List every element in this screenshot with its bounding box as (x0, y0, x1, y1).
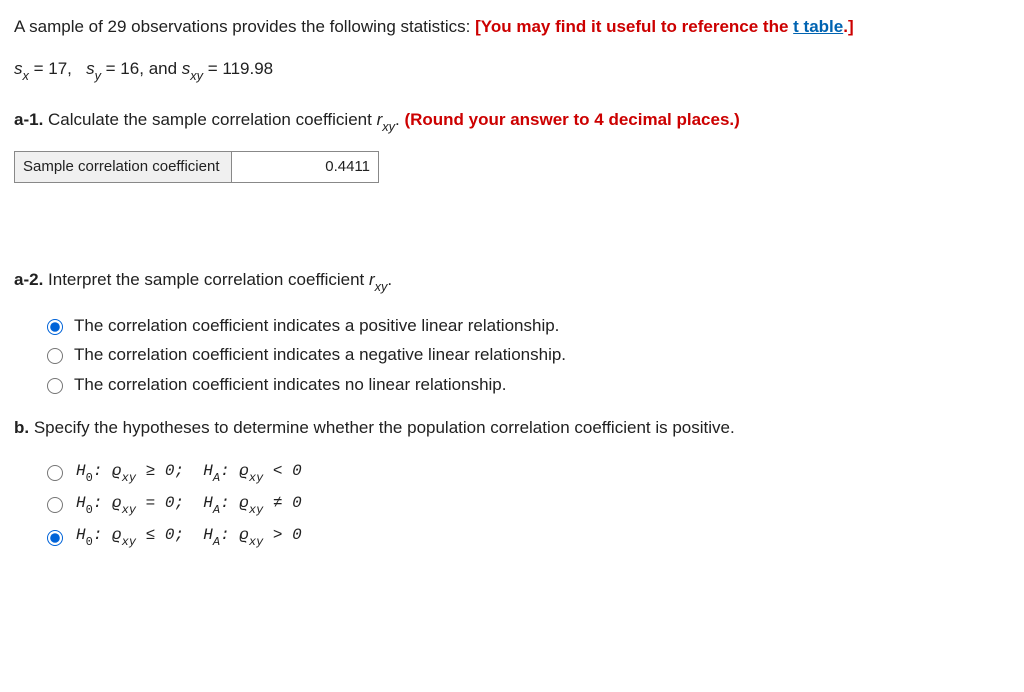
b-text: Specify the hypotheses to determine whet… (29, 418, 735, 437)
a2-r-sub: xy (375, 279, 388, 294)
b-options: H0: ϱxy ≥ 0; HA: ϱxy < 0 H0: ϱxy = 0; HA… (42, 459, 1010, 550)
b-radio-1[interactable] (47, 497, 63, 513)
sy-sub: y (95, 68, 101, 83)
a2-radio-0[interactable] (47, 319, 63, 335)
answer-table: Sample correlation coefficient 0.4411 (14, 151, 379, 184)
a1-prompt: a-1. Calculate the sample correlation co… (14, 107, 1010, 135)
intro-text: A sample of 29 observations provides the… (14, 17, 475, 36)
a2-radio-2[interactable] (47, 378, 63, 394)
a1-text: Calculate the sample correlation coeffic… (43, 110, 376, 129)
table-value-cell[interactable]: 0.4411 (232, 151, 379, 183)
b-prompt: b. Specify the hypotheses to determine w… (14, 415, 1010, 441)
a1-instruction: (Round your answer to 4 decimal places.) (404, 110, 739, 129)
sx-label: s (14, 59, 23, 78)
a2-option-label: The correlation coefficient indicates a … (74, 342, 566, 368)
a2-option-row[interactable]: The correlation coefficient indicates a … (42, 313, 1010, 339)
hyp-text-2: H0: ϱxy ≤ 0; HA: ϱxy > 0 (76, 523, 302, 549)
a2-options: The correlation coefficient indicates a … (42, 313, 1010, 398)
a1-label: a-1. (14, 110, 43, 129)
a2-option-label: The correlation coefficient indicates a … (74, 313, 559, 339)
a2-radio-1[interactable] (47, 348, 63, 364)
a2-prompt: a-2. Interpret the sample correlation co… (14, 267, 1010, 295)
a2-text: Interpret the sample correlation coeffic… (43, 270, 369, 289)
sxy-label: s (182, 59, 191, 78)
sxy-sub: xy (190, 68, 203, 83)
b-radio-2[interactable] (47, 530, 63, 546)
sy-label: s (86, 59, 95, 78)
a2-r: r (369, 270, 375, 289)
bracket-close: ] (848, 17, 854, 36)
b-radio-0[interactable] (47, 465, 63, 481)
sx-value: = 17, (29, 59, 72, 78)
a2-option-label: The correlation coefficient indicates no… (74, 372, 507, 398)
b-option-row[interactable]: H0: ϱxy ≤ 0; HA: ϱxy > 0 (42, 523, 1010, 549)
a1-r-sub: xy (382, 119, 395, 134)
b-label: b. (14, 418, 29, 437)
t-table-link[interactable]: t table (793, 17, 843, 36)
a2-label: a-2. (14, 270, 43, 289)
a2-option-row[interactable]: The correlation coefficient indicates a … (42, 342, 1010, 368)
a2-period: . (387, 270, 392, 289)
sx-sub: x (23, 68, 29, 83)
statistics-line: sx = 17, sy = 16, and sxy = 119.98 (14, 56, 1010, 84)
sxy-value: = 119.98 (203, 59, 273, 78)
hyp-text-1: H0: ϱxy = 0; HA: ϱxy ≠ 0 (76, 491, 302, 517)
b-option-row[interactable]: H0: ϱxy = 0; HA: ϱxy ≠ 0 (42, 491, 1010, 517)
table-label-cell: Sample correlation coefficient (15, 151, 232, 183)
hint-text: You may find it useful to reference the (481, 17, 793, 36)
a2-option-row[interactable]: The correlation coefficient indicates no… (42, 372, 1010, 398)
sy-value: = 16, (101, 59, 144, 78)
hyp-text-0: H0: ϱxy ≥ 0; HA: ϱxy < 0 (76, 459, 302, 485)
intro-paragraph: A sample of 29 observations provides the… (14, 14, 1010, 40)
and-text: and (149, 59, 182, 78)
b-option-row[interactable]: H0: ϱxy ≥ 0; HA: ϱxy < 0 (42, 459, 1010, 485)
